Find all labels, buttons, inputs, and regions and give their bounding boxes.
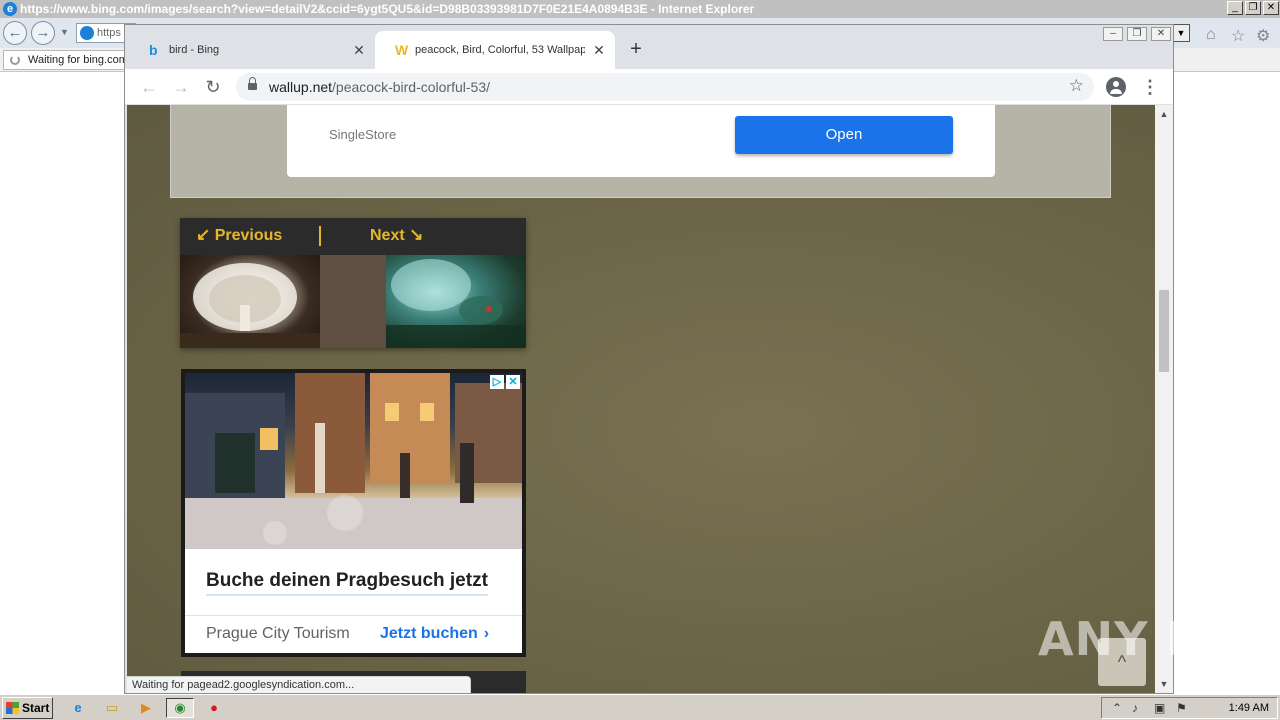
peacock-forest-image — [386, 259, 526, 348]
scroll-down-arrow-icon[interactable]: ▼ — [1155, 675, 1173, 693]
ie-favorites-icon[interactable]: ☆ — [1231, 26, 1245, 46]
tray-expand-icon[interactable]: ⌃ — [1112, 698, 1122, 718]
restore-icon[interactable]: ❐ — [1127, 27, 1147, 41]
tab-peacock-wallpaper[interactable]: W peacock, Bird, Colorful, 53 Wallpaper … — [375, 31, 615, 69]
prev-next-navigation: ↙ Previous Next ↘ — [180, 218, 526, 348]
wallup-icon: W — [395, 42, 409, 58]
top-ad-card[interactable]: SingleStore Open — [287, 105, 995, 177]
forward-icon[interactable]: → — [171, 77, 191, 97]
back-icon[interactable]: ← — [139, 77, 159, 97]
reload-icon[interactable]: ↻ — [203, 77, 223, 97]
ie-window-title: https://www.bing.com/images/search?view=… — [20, 2, 755, 16]
opera-icon[interactable]: ● — [200, 698, 228, 718]
display-ad[interactable]: ▷ ✕ Buche deinen Pragbesuch jetzt Prague… — [181, 369, 526, 657]
bookmark-star-icon[interactable]: ☆ — [1069, 76, 1084, 96]
previous-link[interactable]: ↙ Previous — [196, 218, 282, 255]
chrome-window-controls: – ❐ ✕ — [1103, 27, 1171, 41]
minimize-icon[interactable]: _ — [1227, 1, 1243, 15]
ie-title-bar: e https://www.bing.com/images/search?vie… — [0, 0, 1280, 18]
bing-icon: b — [149, 42, 158, 58]
chrome-tab-strip: b bird - Bing ✕ W peacock, Bird, Colorfu… — [125, 25, 1173, 69]
ad-brand-name: SingleStore — [329, 127, 397, 142]
profile-avatar-icon[interactable] — [1106, 77, 1126, 97]
chrome-taskbar-icon[interactable]: ◉ — [166, 698, 194, 718]
anyrun-watermark: ANY RUN — [1038, 612, 1280, 666]
top-ad-container: SingleStore Open — [170, 105, 1111, 198]
ad-headline[interactable]: Buche deinen Pragbesuch jetzt — [206, 570, 488, 596]
status-bubble: Waiting for pagead2.googlesyndication.co… — [127, 676, 471, 693]
next-link[interactable]: Next ↘ — [370, 218, 423, 255]
close-icon[interactable]: ✕ — [1151, 27, 1171, 41]
prev-next-bar: ↙ Previous Next ↘ — [180, 218, 526, 255]
url-text: wallup.net/peacock-bird-colorful-53/ — [269, 79, 491, 95]
start-button[interactable]: Start — [2, 697, 53, 719]
ad-close-icon[interactable]: ✕ — [506, 375, 520, 389]
prague-winter-image[interactable]: ▷ ✕ — [185, 373, 522, 549]
chevron-right-icon: › — [483, 625, 490, 642]
ie-home-icon[interactable]: ⌂ — [1206, 26, 1216, 44]
tab-label: peacock, Bird, Colorful, 53 Wallpaper — [415, 44, 585, 56]
ad-divider — [185, 615, 522, 616]
ie-page-icon — [80, 26, 94, 40]
system-tray: ⌃ ♪ ▣ ⚑ 1:49 AM — [1101, 697, 1278, 719]
ie-window-controls: _ ❐ ✕ — [1227, 1, 1279, 15]
lock-icon[interactable] — [248, 77, 257, 92]
curved-arrow-right-icon: ↘ — [409, 225, 424, 244]
ad-open-button[interactable]: Open — [735, 116, 953, 154]
tab-close-icon[interactable]: ✕ — [591, 31, 607, 69]
curved-arrow-left-icon: ↙ — [196, 225, 211, 244]
ie-taskbar-icon[interactable]: e — [64, 698, 92, 718]
ie-address-dropdown-icon[interactable]: ▼ — [1172, 24, 1190, 42]
taskbar: Start e ▭ ▶ ◉ ● ⌃ ♪ ▣ ⚑ 1:49 AM — [0, 694, 1280, 720]
adchoices-icon[interactable]: ▷ — [490, 375, 504, 389]
ad-choices: ▷ ✕ — [490, 375, 520, 389]
ad-advertiser-name[interactable]: Prague City Tourism — [206, 625, 350, 643]
ie-logo-icon: e — [3, 2, 17, 16]
tab-label: bird - Bing — [169, 44, 220, 56]
scroll-up-arrow-icon[interactable]: ▲ — [1155, 105, 1173, 123]
volume-icon[interactable]: ♪ — [1132, 698, 1138, 718]
ad-cta-link[interactable]: Jetzt buchen › — [380, 625, 489, 643]
network-icon[interactable]: ▣ — [1154, 698, 1165, 718]
tab-close-icon[interactable]: ✕ — [351, 31, 367, 69]
ie-back-icon[interactable]: ← — [3, 21, 27, 45]
media-player-icon[interactable]: ▶ — [132, 698, 160, 718]
windows-flag-icon — [6, 702, 19, 714]
vertical-scrollbar[interactable]: ▲ ▼ — [1155, 105, 1173, 693]
restore-icon[interactable]: ❐ — [1245, 1, 1261, 15]
loading-spinner-icon — [10, 55, 20, 65]
ie-forward-icon[interactable]: → — [31, 21, 55, 45]
ie-tab-label: Waiting for bing.com — [28, 54, 128, 66]
ie-address-text: https — [97, 27, 121, 39]
scrollbar-thumb[interactable] — [1159, 290, 1169, 372]
close-icon[interactable]: ✕ — [1263, 1, 1279, 15]
chrome-toolbar: ← → ↻ wallup.net/peacock-bird-colorful-5… — [125, 69, 1173, 105]
display-ad-inner: ▷ ✕ Buche deinen Pragbesuch jetzt Prague… — [185, 373, 522, 653]
explorer-folder-icon[interactable]: ▭ — [98, 698, 126, 718]
clock[interactable]: 1:49 AM — [1229, 698, 1269, 718]
ie-history-dropdown-icon[interactable]: ▼ — [60, 27, 69, 37]
chrome-menu-icon[interactable]: ⋮ — [1141, 77, 1159, 97]
white-peacock-image — [180, 263, 320, 348]
new-tab-button[interactable]: + — [625, 39, 647, 61]
omnibox[interactable]: wallup.net/peacock-bird-colorful-53/ ☆ — [236, 73, 1094, 101]
tab-bird-bing[interactable]: b bird - Bing ✕ — [129, 31, 375, 69]
minimize-icon[interactable]: – — [1103, 27, 1123, 41]
divider — [319, 226, 321, 246]
action-center-flag-icon[interactable]: ⚑ — [1176, 698, 1187, 718]
ie-tools-gear-icon[interactable]: ⚙ — [1256, 26, 1270, 46]
next-wallpaper-thumbnail[interactable] — [386, 255, 526, 348]
page-viewport: SingleStore Open ↙ Previous Next ↘ ▷ ✕ B… — [127, 105, 1155, 693]
previous-wallpaper-thumbnail[interactable] — [180, 255, 320, 348]
chrome-window: b bird - Bing ✕ W peacock, Bird, Colorfu… — [124, 24, 1174, 694]
prague-winter-scene — [185, 373, 522, 549]
